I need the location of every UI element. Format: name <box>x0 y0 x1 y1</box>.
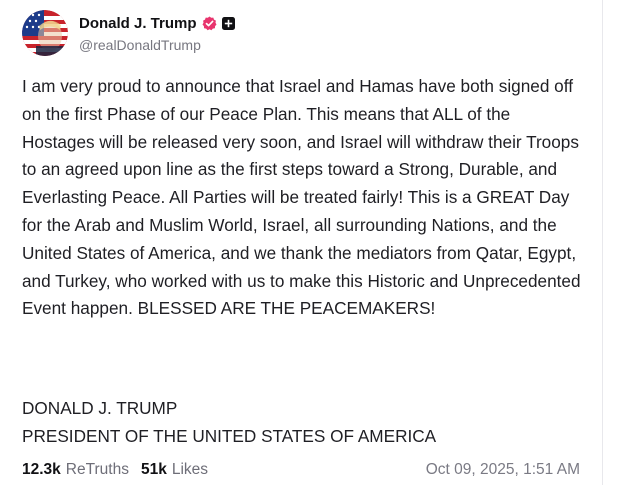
post-signature: DONALD J. TRUMP PRESIDENT OF THE UNITED … <box>22 395 436 451</box>
post-header: Donald J. Trump @realDonaldTrump <box>22 10 235 56</box>
truth-post: Donald J. Trump @realDonaldTrump I am ve… <box>0 0 603 485</box>
retruths-label: ReTruths <box>65 461 129 478</box>
post-body-text: I am very proud to announce that Israel … <box>22 76 581 319</box>
plus-badge-icon <box>221 16 235 30</box>
likes-label: Likes <box>171 461 209 478</box>
post-timestamp[interactable]: Oct 09, 2025, 1:51 AM <box>426 461 580 479</box>
signature-title: PRESIDENT OF THE UNITED STATES OF AMERIC… <box>22 425 437 446</box>
retruths-count: 12.3k <box>22 461 61 478</box>
post-body: I am very proud to announce that Israel … <box>22 73 582 323</box>
signature-name: DONALD J. TRUMP <box>22 398 178 418</box>
likes-count: 51k <box>140 461 167 478</box>
user-handle[interactable]: @realDonaldTrump <box>79 37 235 53</box>
display-name[interactable]: Donald J. Trump <box>79 15 197 32</box>
likes-stat[interactable]: 51k Likes <box>141 461 208 479</box>
retruths-stat[interactable]: 12.3k ReTruths <box>22 461 129 479</box>
post-footer: 12.3k ReTruths 51k Likes Oct 09, 2025, 1… <box>22 459 580 481</box>
user-info: Donald J. Trump @realDonaldTrump <box>79 13 235 53</box>
avatar[interactable] <box>22 10 68 56</box>
name-row: Donald J. Trump <box>79 13 235 33</box>
verified-badge-icon <box>202 16 217 31</box>
